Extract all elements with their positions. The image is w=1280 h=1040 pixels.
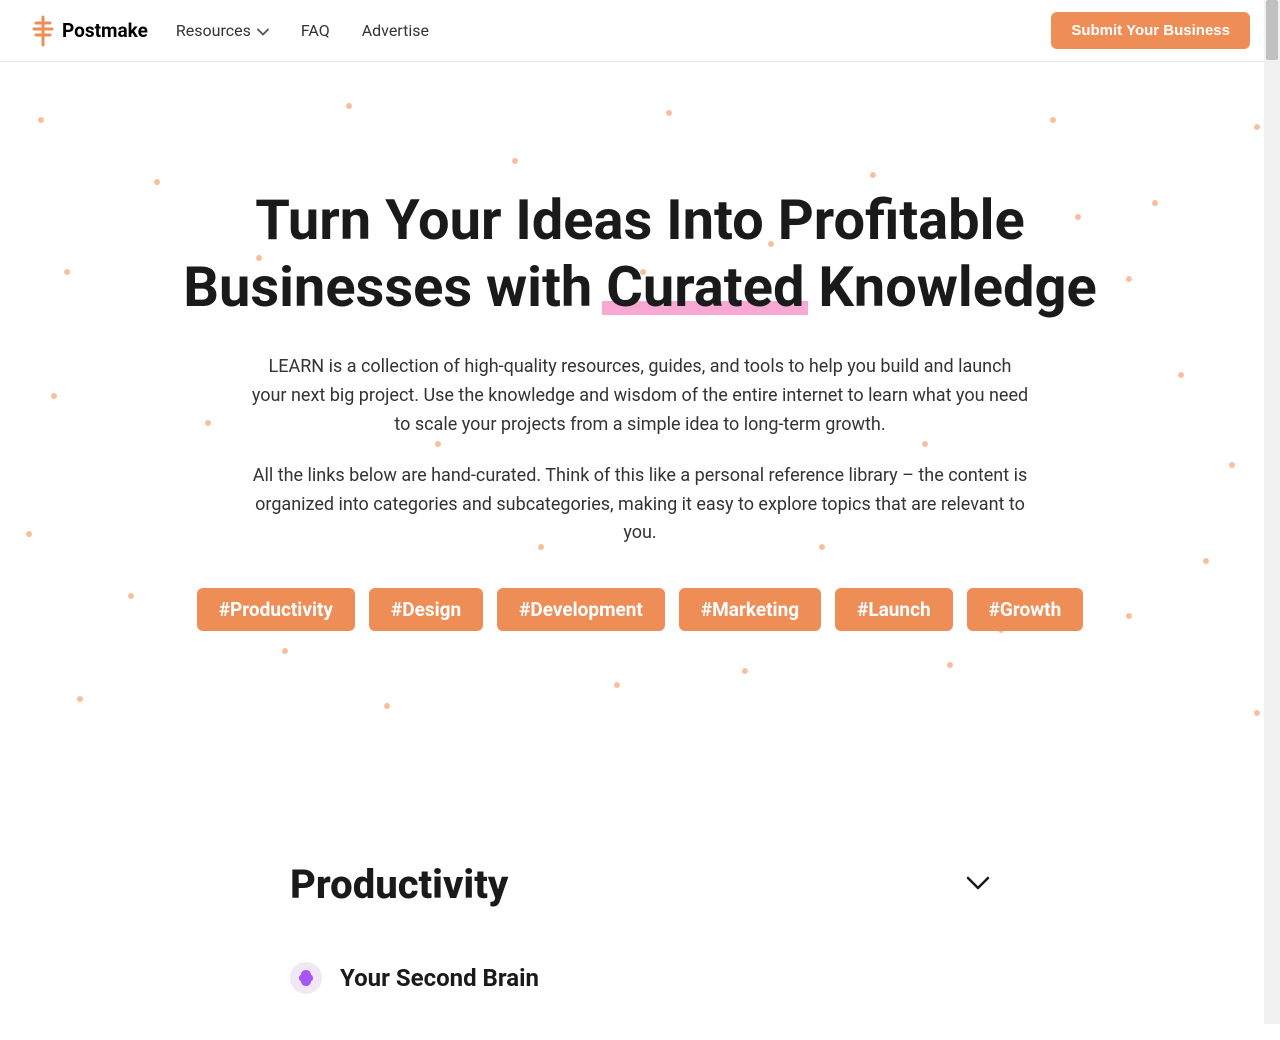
productivity-section: Productivity Your Second Brain <box>260 861 1020 1000</box>
particle-dot <box>346 103 352 109</box>
particle-dot <box>666 110 672 116</box>
scrollbar-track[interactable] <box>1264 0 1280 1024</box>
tag-list: #Productivity #Design #Development #Marketi… <box>180 588 1100 631</box>
particle-dot <box>384 703 390 709</box>
nav-faq[interactable]: FAQ <box>301 21 330 40</box>
hero-description-1: LEARN is a collection of high-quality re… <box>250 353 1030 439</box>
nav-resources-label: Resources <box>176 21 251 40</box>
submit-business-button[interactable]: Submit Your Business <box>1051 12 1250 49</box>
section-title: Productivity <box>290 861 508 908</box>
nav-resources[interactable]: Resources <box>176 21 269 40</box>
list-item[interactable]: Your Second Brain <box>290 956 990 1000</box>
tag-productivity[interactable]: #Productivity <box>197 588 355 631</box>
tag-development[interactable]: #Development <box>497 588 665 631</box>
tag-launch[interactable]: #Launch <box>835 588 953 631</box>
tag-design[interactable]: #Design <box>369 588 483 631</box>
logo-text: Postmake <box>62 19 148 42</box>
particle-dot <box>77 696 83 702</box>
brain-icon <box>290 962 322 994</box>
particle-dot <box>51 393 57 399</box>
hero-title: Turn Your Ideas Into Profitable Business… <box>180 187 1100 321</box>
scrollbar-thumb[interactable] <box>1266 0 1278 60</box>
hero-section: Turn Your Ideas Into Profitable Business… <box>0 62 1280 751</box>
particle-dot <box>38 117 44 123</box>
particle-dot <box>1126 613 1132 619</box>
particle-dot <box>742 668 748 674</box>
header-left: Postmake Resources FAQ Advertise <box>30 15 429 47</box>
tag-marketing[interactable]: #Marketing <box>679 588 821 631</box>
tag-growth[interactable]: #Growth <box>967 588 1084 631</box>
hero-title-part2: Knowledge <box>804 254 1096 320</box>
section-header[interactable]: Productivity <box>290 861 990 908</box>
chevron-down-icon <box>257 21 269 40</box>
particle-dot <box>1254 124 1260 130</box>
particle-dot <box>154 179 160 185</box>
particle-dot <box>947 662 953 668</box>
item-title: Your Second Brain <box>340 964 539 992</box>
particle-dot <box>64 269 70 275</box>
particle-dot <box>1229 462 1235 468</box>
particle-dot <box>1178 372 1184 378</box>
logo-link[interactable]: Postmake <box>30 15 148 47</box>
particle-dot <box>870 172 876 178</box>
particle-dot <box>512 158 518 164</box>
hero-title-highlight: Curated <box>606 254 804 321</box>
main-nav: Resources FAQ Advertise <box>176 21 429 40</box>
particle-dot <box>282 648 288 654</box>
particle-dot <box>1126 276 1132 282</box>
header: Postmake Resources FAQ Advertise Submit … <box>0 0 1280 62</box>
particle-dot <box>1254 710 1260 716</box>
particle-dot <box>26 531 32 537</box>
particle-dot <box>1050 117 1056 123</box>
chevron-down-icon <box>966 875 990 894</box>
nav-advertise[interactable]: Advertise <box>362 21 429 40</box>
particle-dot <box>1152 200 1158 206</box>
particle-dot <box>1203 558 1209 564</box>
hero-content: Turn Your Ideas Into Profitable Business… <box>180 187 1100 631</box>
hero-description-2: All the links below are hand-curated. Th… <box>250 462 1030 548</box>
logo-icon <box>30 15 56 47</box>
particle-dot <box>128 593 134 599</box>
particle-dot <box>614 682 620 688</box>
